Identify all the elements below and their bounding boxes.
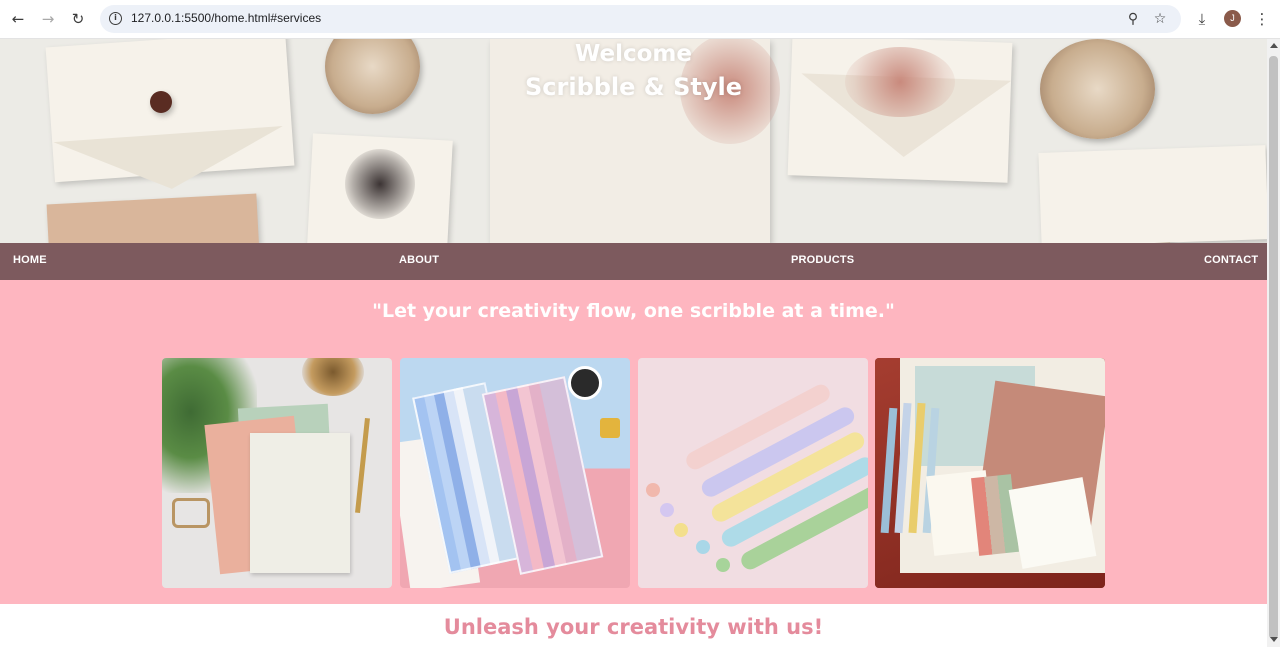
cream-notebook xyxy=(250,433,350,573)
pen-set-card[interactable] xyxy=(400,358,630,588)
cap-1 xyxy=(646,483,660,497)
forward-arrow-icon[interactable]: → xyxy=(38,9,58,29)
cap-4 xyxy=(696,540,710,554)
doodle-card xyxy=(1008,477,1097,569)
download-icon[interactable]: ⤓ xyxy=(1192,9,1212,29)
page-scrollbar[interactable] xyxy=(1267,39,1280,647)
kraft-envelope-image xyxy=(46,193,260,243)
gel-pens-card[interactable] xyxy=(638,358,868,588)
cap-3 xyxy=(674,523,688,537)
page-content: Welcome Scribble & Style HOME ABOUT PROD… xyxy=(0,39,1267,647)
footer-tagline: Unleash your creativity with us! xyxy=(443,615,824,639)
stationery-box-card[interactable] xyxy=(875,358,1105,588)
cat-sticker xyxy=(568,366,602,400)
reload-icon[interactable]: ↻ xyxy=(68,9,88,29)
avatar[interactable]: J xyxy=(1224,10,1241,27)
floral-sketch xyxy=(345,149,415,219)
gold-pen xyxy=(355,417,370,514)
hero-banner: Welcome Scribble & Style xyxy=(0,39,1267,243)
scroll-up-icon[interactable] xyxy=(1270,43,1278,48)
scroll-down-icon[interactable] xyxy=(1270,637,1278,642)
nav-products[interactable]: PRODUCTS xyxy=(791,254,854,266)
browser-toolbar: ← → ↻ i 127.0.0.1:5500/home.html#service… xyxy=(0,0,1280,39)
address-bar[interactable]: i 127.0.0.1:5500/home.html#services ⚲ ☆ xyxy=(100,5,1181,33)
scrollbar-thumb[interactable] xyxy=(1269,56,1278,639)
notebook-card[interactable] xyxy=(162,358,392,588)
binder-clip xyxy=(172,498,210,528)
card-image-right xyxy=(1038,145,1267,243)
coffee-cup xyxy=(302,358,364,396)
yellow-clip xyxy=(600,418,620,438)
hero-title-brand: Scribble & Style xyxy=(525,73,742,101)
washi-tapes xyxy=(971,474,1019,556)
zoom-icon[interactable]: ⚲ xyxy=(1124,10,1142,28)
services-quote: "Let your creativity flow, one scribble … xyxy=(372,300,895,322)
nav-about[interactable]: ABOUT xyxy=(399,254,439,266)
nav-home[interactable]: HOME xyxy=(13,254,47,266)
cap-2 xyxy=(660,503,674,517)
cap-5 xyxy=(716,558,730,572)
hero-title-welcome: Welcome xyxy=(574,41,693,67)
back-arrow-icon[interactable]: ← xyxy=(8,9,28,29)
main-nav: HOME ABOUT PRODUCTS CONTACT xyxy=(0,243,1267,280)
address-url[interactable]: 127.0.0.1:5500/home.html#services xyxy=(131,11,321,25)
nav-contact[interactable]: CONTACT xyxy=(1204,254,1258,266)
site-info-icon[interactable]: i xyxy=(109,12,122,25)
menu-dots-icon[interactable]: ⋮ xyxy=(1252,9,1272,29)
services-section: "Let your creativity flow, one scribble … xyxy=(0,280,1267,604)
bookmark-star-icon[interactable]: ☆ xyxy=(1151,10,1169,28)
